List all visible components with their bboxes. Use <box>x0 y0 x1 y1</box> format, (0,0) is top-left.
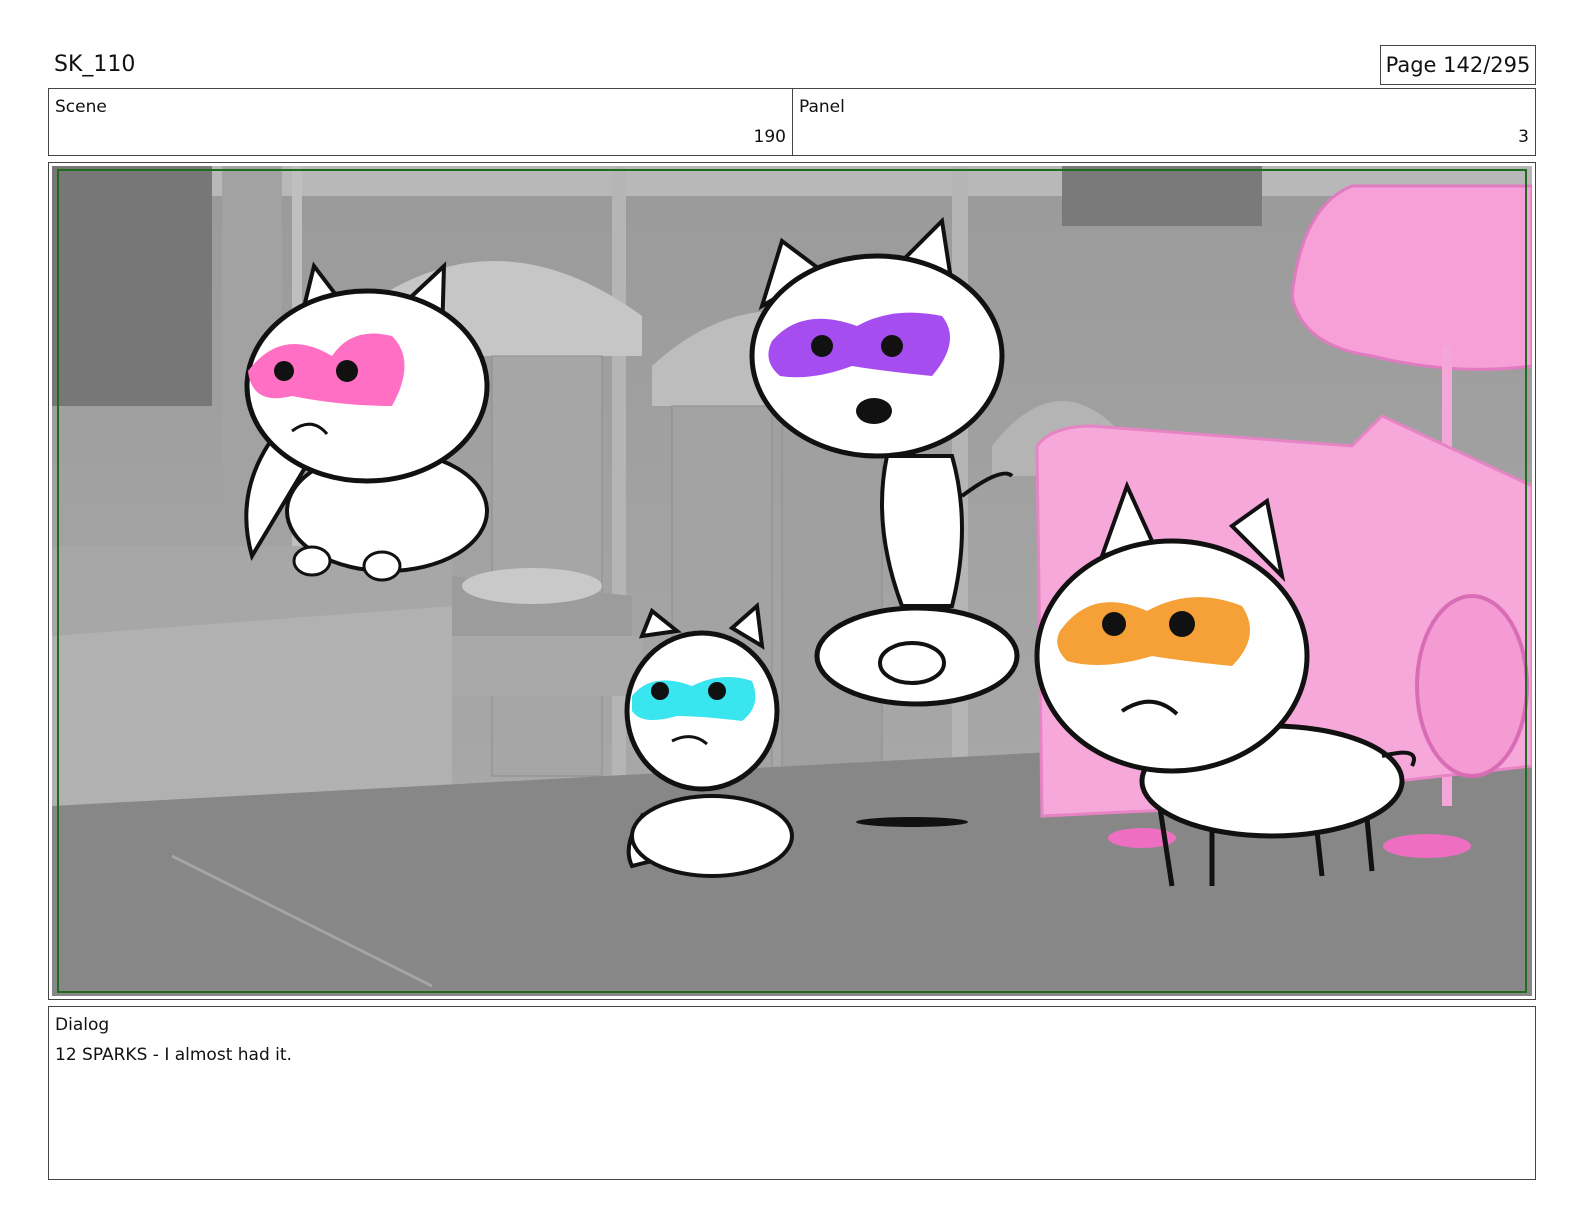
scene-cell: Scene 190 <box>49 89 793 155</box>
sequence-title: SK_110 <box>54 52 136 77</box>
panel-label: Panel <box>799 97 845 117</box>
storyboard-frame <box>48 162 1536 1000</box>
scene-illustration <box>52 166 1532 996</box>
scene-number: 190 <box>753 127 786 147</box>
dialog-text: 12 SPARKS - I almost had it. <box>55 1045 292 1065</box>
storyboard-artwork <box>52 166 1532 996</box>
scene-panel-bar: Scene 190 Panel 3 <box>48 88 1536 156</box>
page-indicator: Page 142/295 <box>1380 45 1536 85</box>
panel-number: 3 <box>1518 127 1529 147</box>
dialog-box: Dialog 12 SPARKS - I almost had it. <box>48 1006 1536 1180</box>
scene-label: Scene <box>55 97 107 117</box>
dialog-label: Dialog <box>55 1015 110 1035</box>
panel-cell: Panel 3 <box>793 89 1535 155</box>
